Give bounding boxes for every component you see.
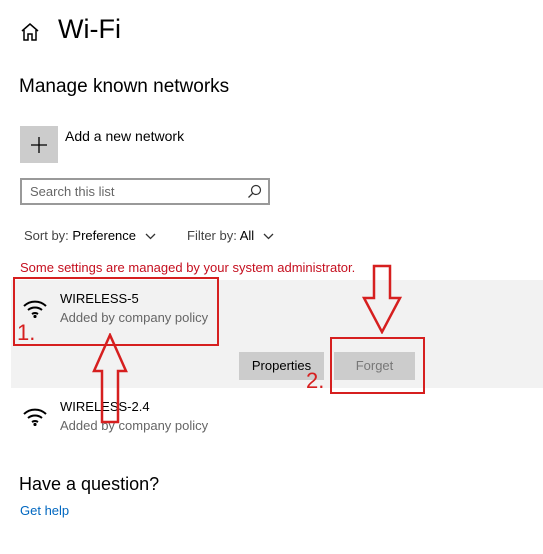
arrow-up-icon	[92, 333, 128, 424]
network-status: Added by company policy	[60, 418, 209, 433]
filter-value: All	[239, 228, 255, 243]
search-input[interactable]	[22, 180, 253, 203]
admin-warning: Some settings are managed by your system…	[20, 260, 356, 275]
search-box[interactable]	[20, 178, 270, 205]
filter-dropdown[interactable]: Filter by: All	[187, 228, 274, 243]
plus-icon	[31, 137, 47, 153]
annotation-step-2: 2.	[306, 368, 325, 393]
sort-value: Preference	[72, 228, 137, 243]
chevron-down-icon	[145, 233, 156, 240]
help-title: Have a question?	[19, 474, 160, 494]
get-help-link[interactable]: Get help	[20, 503, 69, 518]
annotation-box-forget	[330, 337, 425, 394]
home-icon[interactable]	[19, 21, 41, 43]
sort-label: Sort by:	[24, 228, 69, 243]
arrow-down-icon	[362, 264, 402, 334]
add-network-button[interactable]	[20, 126, 58, 163]
sort-dropdown[interactable]: Sort by: Preference	[24, 228, 156, 243]
section-title: Manage known networks	[19, 76, 230, 97]
annotation-step-1: 1.	[17, 320, 36, 345]
wifi-icon	[23, 408, 47, 426]
chevron-down-icon	[263, 233, 274, 240]
add-network-label[interactable]: Add a new network	[65, 128, 184, 144]
filter-label: Filter by:	[187, 228, 237, 243]
search-icon[interactable]	[247, 184, 262, 199]
page-title: Wi-Fi	[58, 14, 121, 44]
